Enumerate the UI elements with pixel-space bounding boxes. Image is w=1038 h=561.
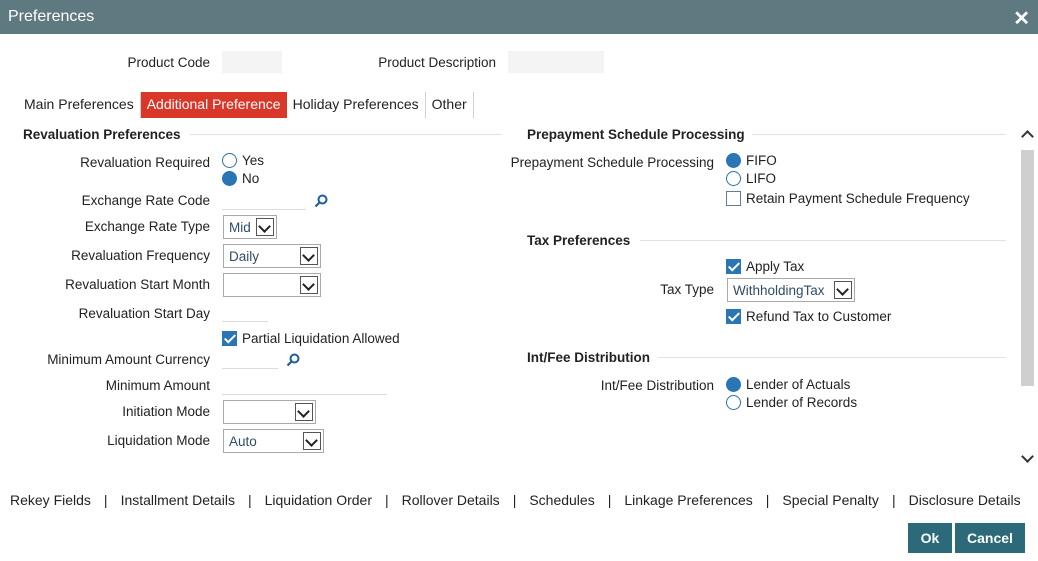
tax-section-title: Tax Preferences xyxy=(527,233,631,248)
distribution-field-label: Int/Fee Distribution xyxy=(600,378,714,393)
close-icon[interactable]: ✕ xyxy=(1013,6,1030,31)
scroll-up-icon[interactable] xyxy=(1021,128,1033,140)
minimum-amount-input[interactable] xyxy=(222,375,387,395)
scroll-down-icon[interactable] xyxy=(1021,452,1033,464)
installment-details-link[interactable]: Installment Details xyxy=(121,492,235,508)
product-code-field[interactable] xyxy=(222,51,282,73)
initiation-mode-select[interactable] xyxy=(223,400,316,424)
apply-tax-label: Apply Tax xyxy=(746,259,805,274)
product-description-label: Product Description xyxy=(378,55,496,70)
tax-type-value: WithholdingTax xyxy=(733,283,825,298)
exchange-rate-code-label: Exchange Rate Code xyxy=(81,193,210,208)
bottom-links-bar: Rekey Fields | Installment Details | Liq… xyxy=(10,492,1021,508)
revaluation-yes-label: Yes xyxy=(242,153,265,168)
rollover-details-link[interactable]: Rollover Details xyxy=(402,492,500,508)
link-separator: | xyxy=(765,492,770,508)
chevron-down-icon xyxy=(303,432,321,450)
revaluation-frequency-value: Daily xyxy=(229,249,260,264)
scrollbar-thumb[interactable] xyxy=(1021,150,1034,386)
revaluation-start-day-label: Revaluation Start Day xyxy=(78,306,210,321)
lender-of-actuals-label: Lender of Actuals xyxy=(746,377,851,392)
liquidation-mode-value: Auto xyxy=(229,434,257,449)
schedules-link[interactable]: Schedules xyxy=(529,492,594,508)
exchange-rate-type-select[interactable]: Mid xyxy=(223,215,277,239)
tab-other[interactable]: Other xyxy=(426,92,474,118)
ok-button[interactable]: Ok xyxy=(908,523,952,553)
lender-of-records-radio[interactable] xyxy=(726,395,741,410)
fifo-label: FIFO xyxy=(746,153,777,168)
window-title: Preferences xyxy=(8,8,95,25)
product-code-label: Product Code xyxy=(127,55,210,70)
revaluation-section-line xyxy=(190,134,502,135)
title-bar: Preferences ✕ xyxy=(0,0,1038,34)
exchange-rate-type-label: Exchange Rate Type xyxy=(84,219,210,234)
chevron-down-icon xyxy=(300,247,318,265)
tax-type-label: Tax Type xyxy=(660,282,714,297)
disclosure-details-link[interactable]: Disclosure Details xyxy=(909,492,1021,508)
prepayment-section-title: Prepayment Schedule Processing xyxy=(527,127,745,142)
revaluation-start-day-input[interactable] xyxy=(222,302,268,322)
link-separator: | xyxy=(247,492,252,508)
link-separator: | xyxy=(512,492,517,508)
tab-main-preferences[interactable]: Main Preferences xyxy=(18,92,141,118)
exchange-rate-code-search-icon[interactable] xyxy=(314,194,328,208)
chevron-down-icon xyxy=(834,281,852,299)
revaluation-frequency-select[interactable]: Daily xyxy=(223,244,321,268)
refund-tax-checkbox[interactable] xyxy=(726,309,741,324)
minimum-amount-currency-input[interactable] xyxy=(222,349,278,369)
prepayment-section-line xyxy=(752,134,1006,135)
lifo-label: LIFO xyxy=(746,171,777,186)
minimum-amount-label: Minimum Amount xyxy=(105,378,210,393)
initiation-mode-label: Initiation Mode xyxy=(122,404,210,419)
chevron-down-icon xyxy=(256,218,274,236)
revaluation-start-month-label: Revaluation Start Month xyxy=(65,277,210,292)
distribution-section-line xyxy=(658,357,1006,358)
revaluation-no-radio[interactable] xyxy=(222,171,237,186)
tax-section-line xyxy=(640,240,1006,241)
lender-of-actuals-radio[interactable] xyxy=(726,377,741,392)
refund-tax-label: Refund Tax to Customer xyxy=(746,309,892,324)
tab-bar: Main Preferences Additional Preference H… xyxy=(18,92,474,118)
exchange-rate-code-input[interactable] xyxy=(222,190,306,210)
cancel-button[interactable]: Cancel xyxy=(955,523,1025,553)
retain-frequency-label: Retain Payment Schedule Frequency xyxy=(746,191,970,206)
product-description-field[interactable] xyxy=(508,51,604,73)
apply-tax-checkbox[interactable] xyxy=(726,259,741,274)
partial-liquidation-checkbox[interactable] xyxy=(222,331,237,346)
rekey-fields-link[interactable]: Rekey Fields xyxy=(10,492,91,508)
fifo-radio[interactable] xyxy=(726,153,741,168)
prepayment-field-label: Prepayment Schedule Processing xyxy=(510,155,714,170)
link-separator: | xyxy=(103,492,108,508)
liquidation-mode-label: Liquidation Mode xyxy=(107,433,210,448)
linkage-preferences-link[interactable]: Linkage Preferences xyxy=(624,492,752,508)
minimum-amount-currency-label: Minimum Amount Currency xyxy=(47,352,210,367)
lender-of-records-label: Lender of Records xyxy=(746,395,858,410)
revaluation-section-title: Revaluation Preferences xyxy=(23,127,181,142)
tab-holiday-preferences[interactable]: Holiday Preferences xyxy=(287,92,426,118)
link-separator: | xyxy=(607,492,612,508)
partial-liquidation-label: Partial Liquidation Allowed xyxy=(242,331,400,346)
liquidation-order-link[interactable]: Liquidation Order xyxy=(265,492,372,508)
revaluation-yes-radio[interactable] xyxy=(222,153,237,168)
special-penalty-link[interactable]: Special Penalty xyxy=(782,492,879,508)
liquidation-mode-select[interactable]: Auto xyxy=(223,429,324,453)
chevron-down-icon xyxy=(300,276,318,294)
exchange-rate-type-value: Mid xyxy=(229,220,251,235)
link-separator: | xyxy=(385,492,389,508)
tab-additional-preference[interactable]: Additional Preference xyxy=(140,92,287,118)
link-separator: | xyxy=(891,492,896,508)
distribution-section-title: Int/Fee Distribution xyxy=(527,350,650,365)
revaluation-start-month-select[interactable] xyxy=(223,273,321,297)
chevron-down-icon xyxy=(295,403,313,421)
tax-type-select[interactable]: WithholdingTax xyxy=(727,278,855,302)
lifo-radio[interactable] xyxy=(726,171,741,186)
revaluation-frequency-label: Revaluation Frequency xyxy=(71,248,210,263)
revaluation-no-label: No xyxy=(242,171,260,186)
vertical-scrollbar[interactable] xyxy=(1018,118,1036,470)
retain-frequency-checkbox[interactable] xyxy=(726,191,741,206)
minimum-amount-currency-search-icon[interactable] xyxy=(286,353,300,367)
revaluation-required-label: Revaluation Required xyxy=(80,155,210,170)
